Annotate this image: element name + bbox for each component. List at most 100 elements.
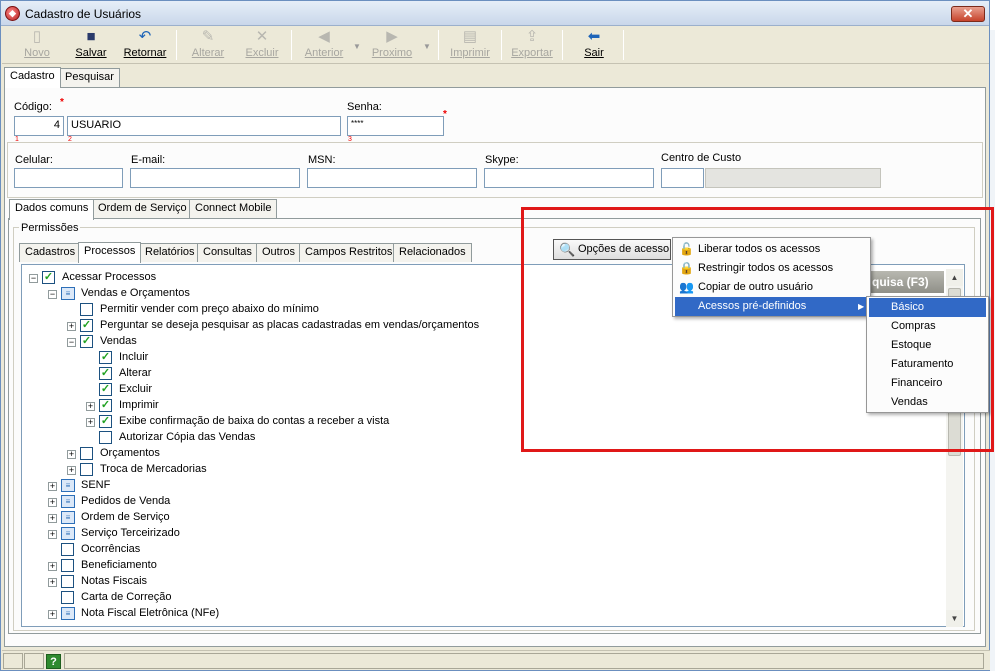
next-button[interactable]: ▶ Proximo bbox=[367, 28, 417, 62]
msn-field[interactable] bbox=[307, 168, 477, 188]
tab-consultas[interactable]: Consultas bbox=[197, 243, 258, 262]
checkbox[interactable] bbox=[61, 591, 74, 604]
tree-node[interactable]: + Troca de Mercadorias bbox=[22, 462, 942, 478]
senha-field[interactable]: **** bbox=[347, 116, 444, 136]
tab-relacionados[interactable]: Relacionados bbox=[393, 243, 472, 262]
centro-custo-name-field bbox=[705, 168, 881, 188]
tree-node-label: Autorizar Cópia das Vendas bbox=[119, 431, 256, 443]
checked-checkbox[interactable]: ✓ bbox=[99, 383, 112, 396]
checked-checkbox[interactable]: ✓ bbox=[80, 335, 93, 348]
tree-node-label: Ordem de Serviço bbox=[81, 511, 170, 523]
codigo-field[interactable]: 4 bbox=[14, 116, 64, 136]
tristate-checkbox-icon[interactable]: ≡ bbox=[61, 511, 75, 524]
tree-node-label: Permitir vender com preço abaixo do míni… bbox=[100, 303, 319, 315]
tree-node[interactable]: Carta de Correção bbox=[22, 590, 942, 606]
new-button[interactable]: ▯ Novo bbox=[19, 28, 55, 62]
tree-node-label: Troca de Mercadorias bbox=[100, 463, 207, 475]
checkbox[interactable] bbox=[61, 543, 74, 556]
checkbox[interactable] bbox=[80, 303, 93, 316]
checked-checkbox[interactable]: ✓ bbox=[99, 399, 112, 412]
expand-icon[interactable]: + bbox=[48, 482, 57, 491]
tree-node[interactable]: + ≡ Ordem de Serviço bbox=[22, 510, 942, 526]
toolbar: ▯ Novo ■ Salvar ↶ Retornar ✎ Alterar ✕ Exclui… bbox=[2, 26, 989, 64]
delete-x-icon: ✕ bbox=[255, 28, 269, 45]
tab-processos[interactable]: Processos bbox=[78, 242, 142, 263]
top-tabs: Cadastro Pesquisar bbox=[4, 67, 204, 88]
expand-icon[interactable]: + bbox=[86, 402, 95, 411]
tab-pesquisar[interactable]: Pesquisar bbox=[59, 68, 120, 87]
edit-button[interactable]: ✎ Alterar bbox=[187, 28, 229, 62]
save-button[interactable]: ■ Salvar bbox=[72, 28, 110, 62]
previous-button[interactable]: ◀ Anterior bbox=[300, 28, 348, 62]
tab-ordem-servico[interactable]: Ordem de Serviço bbox=[92, 199, 193, 218]
scroll-down-icon[interactable]: ▼ bbox=[946, 610, 963, 627]
tree-node[interactable]: + Beneficiamento bbox=[22, 558, 942, 574]
skype-field[interactable] bbox=[484, 168, 654, 188]
return-button[interactable]: ↶ Retornar bbox=[122, 28, 168, 62]
checked-checkbox[interactable]: ✓ bbox=[99, 367, 112, 380]
tree-node-label: Excluir bbox=[119, 383, 153, 395]
tree-node[interactable]: Ocorrências bbox=[22, 542, 942, 558]
nome-field[interactable]: USUARIO bbox=[67, 116, 341, 136]
celular-field[interactable] bbox=[14, 168, 123, 188]
tab-connect-mobile[interactable]: Connect Mobile bbox=[189, 199, 278, 218]
tab-cadastro[interactable]: Cadastro bbox=[4, 67, 61, 88]
checkbox[interactable] bbox=[99, 431, 112, 444]
expand-icon[interactable]: + bbox=[86, 418, 95, 427]
tree-node[interactable]: + ≡ Serviço Terceirizado bbox=[22, 526, 942, 542]
print-button[interactable]: ▤ Imprimir bbox=[447, 28, 493, 62]
help-icon[interactable]: ? bbox=[46, 654, 61, 669]
previous-dropdown-icon[interactable]: ▼ bbox=[353, 42, 361, 51]
collapse-icon[interactable]: − bbox=[29, 274, 38, 283]
tab-outros[interactable]: Outros bbox=[256, 243, 302, 262]
expand-icon[interactable]: + bbox=[67, 466, 76, 475]
tree-node[interactable]: + ≡ SENF bbox=[22, 478, 942, 494]
tab-cadastros[interactable]: Cadastros bbox=[19, 243, 82, 262]
tristate-checkbox-icon[interactable]: ≡ bbox=[61, 527, 75, 540]
expand-icon[interactable]: + bbox=[67, 322, 76, 331]
tree-node-label: SENF bbox=[81, 479, 111, 491]
tristate-checkbox-icon[interactable]: ≡ bbox=[61, 287, 75, 300]
tristate-checkbox-icon[interactable]: ≡ bbox=[61, 495, 75, 508]
checked-checkbox[interactable]: ✓ bbox=[99, 415, 112, 428]
toolbar-separator bbox=[623, 30, 624, 60]
expand-icon[interactable]: + bbox=[48, 610, 57, 619]
checkbox[interactable] bbox=[80, 463, 93, 476]
expand-icon[interactable]: + bbox=[48, 514, 57, 523]
tree-node[interactable]: + Notas Fiscais bbox=[22, 574, 942, 590]
delete-button[interactable]: ✕ Excluir bbox=[240, 28, 284, 62]
checkbox[interactable] bbox=[61, 559, 74, 572]
printer-icon: ▤ bbox=[462, 28, 478, 45]
msn-label: MSN: bbox=[308, 154, 336, 166]
checkbox[interactable] bbox=[80, 447, 93, 460]
collapse-icon[interactable]: − bbox=[67, 338, 76, 347]
exit-button[interactable]: ⬅ Sair bbox=[577, 28, 611, 62]
expand-icon[interactable]: + bbox=[48, 530, 57, 539]
expand-icon[interactable]: + bbox=[48, 562, 57, 571]
tree-node[interactable]: + ≡ Nota Fiscal Eletrônica (NFe) bbox=[22, 606, 942, 622]
tree-node-label: Exibe confirmação de baixa do contas a r… bbox=[119, 415, 390, 427]
tab-campos-restritos[interactable]: Campos Restritos bbox=[299, 243, 399, 262]
email-field[interactable] bbox=[130, 168, 300, 188]
email-label: E-mail: bbox=[131, 154, 166, 166]
export-button[interactable]: ⇪ Exportar bbox=[509, 28, 555, 62]
tristate-checkbox-icon[interactable]: ≡ bbox=[61, 607, 75, 620]
checked-checkbox[interactable]: ✓ bbox=[99, 351, 112, 364]
tree-node[interactable]: + ≡ Pedidos de Venda bbox=[22, 494, 942, 510]
expand-icon[interactable]: + bbox=[48, 498, 57, 507]
centro-custo-code-field[interactable] bbox=[661, 168, 704, 188]
checked-checkbox[interactable]: ✓ bbox=[42, 271, 55, 284]
tristate-checkbox-icon[interactable]: ≡ bbox=[61, 479, 75, 492]
checkbox[interactable] bbox=[61, 575, 74, 588]
expand-icon[interactable]: + bbox=[48, 578, 57, 587]
save-disk-icon: ■ bbox=[86, 28, 96, 45]
close-button[interactable]: ✕ bbox=[951, 6, 985, 22]
checked-checkbox[interactable]: ✓ bbox=[80, 319, 93, 332]
next-dropdown-icon[interactable]: ▼ bbox=[423, 42, 431, 51]
expand-icon[interactable]: + bbox=[67, 450, 76, 459]
permissoes-title: Permissões bbox=[19, 222, 81, 234]
tree-node-label: Alterar bbox=[119, 367, 152, 379]
tab-relatorios[interactable]: Relatórios bbox=[139, 243, 201, 262]
tab-dados-comuns[interactable]: Dados comuns bbox=[9, 199, 95, 220]
collapse-icon[interactable]: − bbox=[48, 290, 57, 299]
